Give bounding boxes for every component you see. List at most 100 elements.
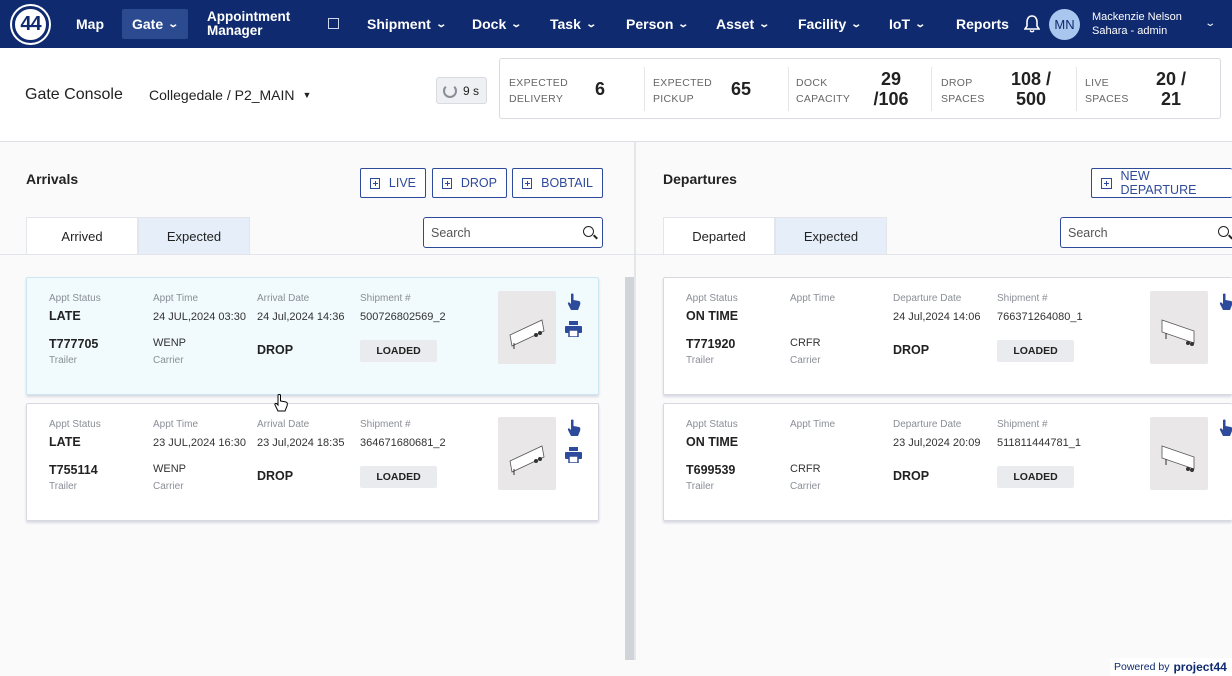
chevron-down-icon[interactable]: ⌄ <box>1204 18 1216 29</box>
hand-pointer-icon[interactable] <box>567 419 581 437</box>
printer-icon[interactable] <box>565 447 582 463</box>
site-selector[interactable]: Collegedale / P2_MAIN ▼ <box>149 87 311 103</box>
divider <box>1076 67 1077 111</box>
stat-drop-spaces: DROP SPACES 108 /500 <box>941 69 1052 109</box>
shipment-number: 364671680681_2 <box>360 437 446 449</box>
carrier-code: WENP <box>153 463 186 475</box>
plus-icon <box>442 177 452 189</box>
divider <box>788 67 789 111</box>
trailer-id: T755114 <box>49 463 98 477</box>
carrier-code: CRFR <box>790 337 821 349</box>
arrivals-tabs: Arrived Expected <box>26 217 250 255</box>
tab-expected-arrivals[interactable]: Expected <box>138 217 250 255</box>
tab-departed[interactable]: Departed <box>663 217 775 255</box>
departure-date: 23 Jul,2024 20:09 <box>893 437 981 449</box>
status-badge: LOADED <box>360 466 437 488</box>
plus-icon <box>370 177 380 189</box>
nav-dock[interactable]: Dock ⌄ <box>472 0 523 48</box>
hand-pointer-icon[interactable] <box>1219 419 1232 437</box>
trailer-id: T771920 <box>686 337 736 351</box>
mouse-cursor-icon <box>274 394 288 412</box>
tab-arrived[interactable]: Arrived <box>26 217 138 255</box>
appt-time: 23 JUL,2024 16:30 <box>153 437 246 449</box>
arrival-card[interactable]: Appt Status LATE Appt Time 23 JUL,2024 1… <box>26 403 599 521</box>
chevron-down-icon: ⌄ <box>677 18 690 30</box>
trailer-image <box>1150 417 1208 490</box>
project44-logo[interactable]: 44 <box>12 6 49 43</box>
stat-dock-capacity: DOCK CAPACITY 29/106 <box>796 69 909 109</box>
shipment-number: 500726802569_2 <box>360 311 446 323</box>
arrival-date: 23 Jul,2024 18:35 <box>257 437 345 449</box>
nav-task[interactable]: Task ⌄ <box>550 0 597 48</box>
new-departure-button[interactable]: NEW DEPARTURE <box>1091 168 1232 198</box>
printer-icon[interactable] <box>565 321 582 337</box>
status-badge: LOADED <box>997 466 1074 488</box>
nav-shipment[interactable]: Shipment ⌄ <box>367 0 447 48</box>
nav-facility[interactable]: Facility ⌄ <box>798 0 863 48</box>
nav-map[interactable]: Map <box>76 0 104 48</box>
bell-icon[interactable] <box>1024 15 1040 33</box>
chevron-down-icon: ⌄ <box>167 18 180 30</box>
chevron-down-icon: ⌄ <box>758 18 771 30</box>
nav-reports[interactable]: Reports <box>956 0 1009 48</box>
chevron-down-icon: ⌄ <box>914 18 927 30</box>
trailer-icon <box>509 319 545 349</box>
trailer-image <box>498 417 556 490</box>
user-menu[interactable]: Mackenzie Nelson Sahara - admin <box>1092 10 1182 38</box>
chevron-down-icon: ⌄ <box>585 18 597 30</box>
appt-status: LATE <box>49 309 81 323</box>
external-link-icon[interactable] <box>328 18 339 29</box>
top-navigation-bar: 44 Map Gate ⌄ Appointment Manager Shipmen… <box>0 0 1232 48</box>
move-type: DROP <box>257 469 294 483</box>
caret-down-icon: ▼ <box>302 90 312 100</box>
arrival-date: 24 Jul,2024 14:36 <box>257 311 345 323</box>
avatar[interactable]: MN <box>1049 9 1080 40</box>
stat-expected-delivery: EXPECTED DELIVERY 6 <box>509 77 606 105</box>
stats-panel: EXPECTED DELIVERY 6 EXPECTED PICKUP 65 DOC… <box>499 58 1221 119</box>
user-role: Sahara - admin <box>1092 25 1168 37</box>
departures-search-input[interactable]: Search <box>1060 217 1232 248</box>
move-type: DROP <box>893 343 930 357</box>
status-badge: LOADED <box>997 340 1074 362</box>
nav-iot[interactable]: IoT ⌄ <box>889 0 927 48</box>
chevron-down-icon: ⌄ <box>850 18 863 30</box>
arrival-card[interactable]: Appt Status LATE Appt Time 24 JUL,2024 0… <box>26 277 599 395</box>
hand-pointer-icon[interactable] <box>1219 293 1232 311</box>
chevron-down-icon: ⌄ <box>435 18 447 30</box>
divider <box>931 67 932 111</box>
stat-expected-pickup: EXPECTED PICKUP 65 <box>653 77 752 105</box>
search-icon[interactable] <box>1218 226 1229 237</box>
appt-time: 24 JUL,2024 03:30 <box>153 311 246 323</box>
departure-card[interactable]: Appt Status ON TIME Appt Time Departure … <box>663 277 1232 395</box>
arrivals-title: Arrivals <box>26 171 79 187</box>
plus-icon <box>1101 177 1112 189</box>
plus-icon <box>522 177 533 189</box>
hand-pointer-icon[interactable] <box>567 293 581 311</box>
appt-status: ON TIME <box>686 309 739 323</box>
page-title: Gate Console <box>25 86 123 103</box>
add-drop-button[interactable]: DROP <box>432 168 507 198</box>
refresh-timer[interactable]: 9 s <box>436 77 487 104</box>
departure-card[interactable]: Appt Status ON TIME Appt Time Departure … <box>663 403 1232 521</box>
move-type: DROP <box>893 469 930 483</box>
tab-expected-departures[interactable]: Expected <box>775 217 887 255</box>
add-live-button[interactable]: LIVE <box>360 168 426 198</box>
departures-title: Departures <box>663 171 737 187</box>
add-bobtail-button[interactable]: BOBTAIL <box>512 168 603 198</box>
trailer-icon <box>509 445 545 475</box>
divider <box>0 254 634 255</box>
panel-divider <box>634 142 636 660</box>
divider <box>636 254 1232 255</box>
search-icon[interactable] <box>583 226 594 237</box>
move-type: DROP <box>257 343 294 357</box>
chevron-down-icon: ⌄ <box>510 18 523 30</box>
nav-appointment-manager[interactable]: Appointment Manager <box>207 0 307 48</box>
nav-person[interactable]: Person ⌄ <box>626 0 690 48</box>
nav-asset[interactable]: Asset ⌄ <box>716 0 771 48</box>
trailer-id: T699539 <box>686 463 736 477</box>
nav-gate[interactable]: Gate ⌄ <box>122 9 188 39</box>
arrivals-search-input[interactable]: Search <box>423 217 603 248</box>
trailer-icon <box>1161 319 1195 346</box>
status-badge: LOADED <box>360 340 437 362</box>
shipment-number: 511811444781_1 <box>997 437 1082 449</box>
